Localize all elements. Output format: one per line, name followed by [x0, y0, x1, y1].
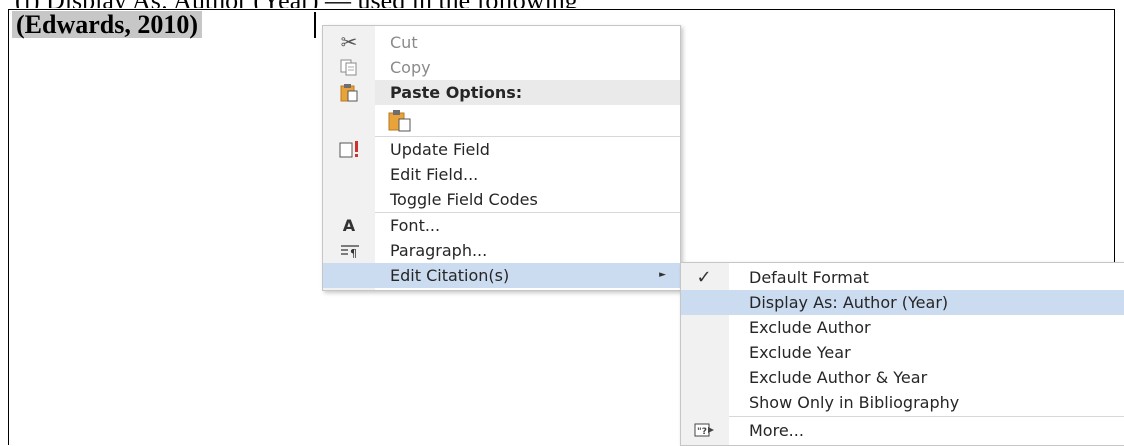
paragraph-label: Paragraph...	[390, 241, 488, 260]
svg-text:"?: "?	[697, 427, 707, 437]
default-format-menu-item[interactable]: ✓ Default Format	[681, 265, 1124, 290]
svg-text:¶: ¶	[350, 247, 357, 260]
toggle-field-codes-menu-item[interactable]: Toggle Field Codes	[323, 187, 680, 212]
show-only-bibliography-label: Show Only in Bibliography	[749, 393, 960, 412]
edit-citations-label: Edit Citation(s)	[390, 266, 510, 285]
exclude-author-menu-item[interactable]: Exclude Author	[681, 315, 1124, 340]
exclude-author-year-label: Exclude Author & Year	[749, 368, 928, 387]
paste-options-icon-cell	[323, 80, 375, 105]
edit-citations-submenu: ✓ Default Format Display As: Author (Yea…	[680, 262, 1124, 446]
copy-menu-item[interactable]: Copy	[323, 55, 680, 80]
update-field-label: Update Field	[390, 140, 490, 159]
paragraph-menu-item[interactable]: ¶ Paragraph...	[323, 238, 680, 263]
display-as-author-year-menu-item[interactable]: Display As: Author (Year)	[681, 290, 1124, 315]
paste-options-header: Paste Options:	[375, 80, 680, 105]
copy-icon	[339, 58, 359, 77]
update-field-icon	[339, 140, 359, 159]
toggle-field-codes-label: Toggle Field Codes	[390, 190, 538, 209]
show-only-bibliography-menu-item[interactable]: Show Only in Bibliography	[681, 390, 1124, 415]
update-field-menu-item[interactable]: Update Field	[323, 137, 680, 162]
exclude-year-label: Exclude Year	[749, 343, 851, 362]
more-citation-icon: "?	[694, 421, 714, 440]
font-label: Font...	[390, 216, 441, 235]
citation-field[interactable]: (Edwards, 2010)	[12, 11, 203, 38]
exclude-year-menu-item[interactable]: Exclude Year	[681, 340, 1124, 365]
document-top-line: (i) Display As: Author (Year) — used in …	[0, 0, 1124, 8]
document-top-text: (i) Display As: Author (Year) — used in …	[15, 0, 578, 8]
more-menu-item[interactable]: "? More...	[681, 418, 1124, 443]
paste-icon	[339, 83, 359, 102]
paste-options-label: Paste Options:	[390, 83, 523, 102]
scissors-icon: ✂	[340, 30, 358, 54]
context-menu: ✂ Cut Copy Paste Options: Update Field E…	[322, 25, 681, 291]
submenu-arrow-icon: ►	[659, 270, 666, 280]
display-as-author-year-label: Display As: Author (Year)	[749, 293, 949, 312]
font-icon: A	[342, 216, 356, 235]
exclude-author-label: Exclude Author	[749, 318, 871, 337]
edit-citations-menu-item[interactable]: Edit Citation(s) ►	[323, 263, 680, 288]
cut-menu-item[interactable]: ✂ Cut	[323, 30, 680, 55]
default-format-label: Default Format	[749, 268, 869, 287]
exclude-author-year-menu-item[interactable]: Exclude Author & Year	[681, 365, 1124, 390]
checkmark-icon: ✓	[696, 267, 712, 288]
paragraph-icon: ¶	[339, 241, 359, 260]
edit-field-menu-item[interactable]: Edit Field...	[323, 162, 680, 187]
cut-label: Cut	[390, 33, 418, 52]
edit-field-label: Edit Field...	[390, 165, 479, 184]
text-cursor	[314, 12, 316, 38]
copy-label: Copy	[390, 58, 431, 77]
submenu-separator	[729, 416, 1124, 417]
more-label: More...	[749, 421, 804, 440]
paste-keep-text-icon	[387, 108, 413, 132]
font-menu-item[interactable]: A Font...	[323, 213, 680, 238]
paste-keep-text-only-button[interactable]	[323, 106, 680, 134]
